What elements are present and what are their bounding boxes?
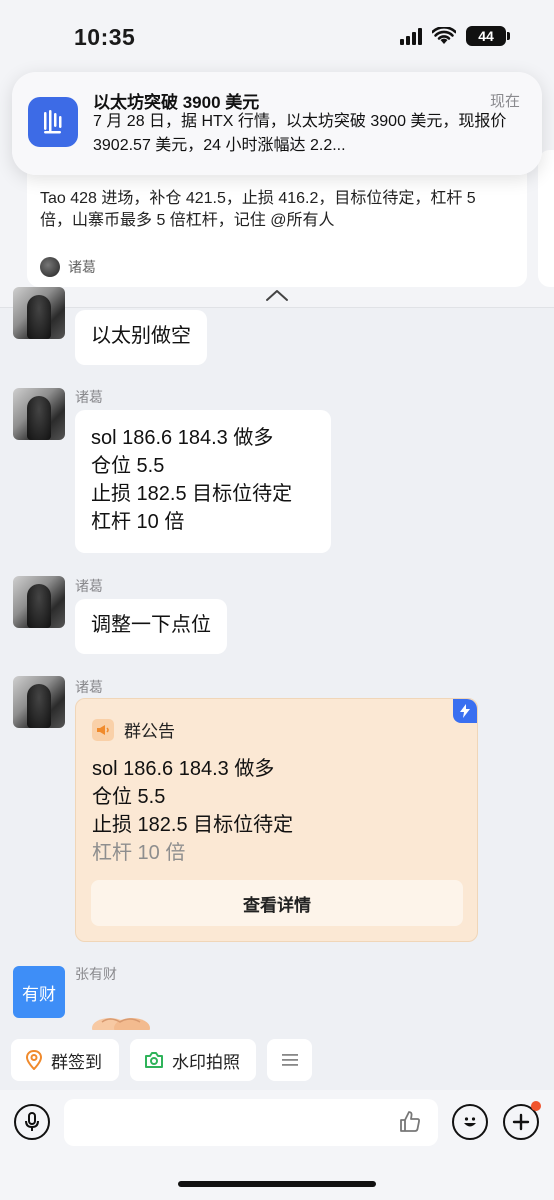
wifi-icon [432,27,456,44]
status-time: 10:35 [74,24,136,50]
sender-name: 诸葛 [75,578,103,594]
group-checkin-button[interactable]: 群签到 [11,1039,119,1081]
app-icon [28,97,78,147]
menu-icon [281,1054,298,1066]
announcement-line: sol 186.6 184.3 做多 [92,758,275,780]
pinned-message-card-next[interactable] [538,150,554,287]
battery-indicator: 44 [466,26,510,46]
message-input[interactable] [64,1099,438,1146]
message-line: 仓位 5.5 [91,455,165,477]
notification-body: 7 月 28 日，据 HTX 行情，以太坊突破 3900 美元，现报价 3902… [93,113,507,154]
more-actions-button[interactable] [267,1039,312,1081]
avatar[interactable] [13,676,65,728]
thumbs-up-icon[interactable] [398,1110,422,1134]
sender-name: 张有财 [75,966,117,982]
htx-logo-icon [44,110,62,134]
emoji-button[interactable] [452,1104,488,1140]
chip-label: 水印拍照 [172,1052,240,1072]
watermark-photo-button[interactable]: 水印拍照 [130,1039,256,1081]
message-bubble[interactable]: 调整一下点位 [75,599,227,654]
microphone-icon [25,1112,39,1131]
message-bubble[interactable]: 以太别做空 [75,310,207,365]
location-pin-icon [25,1050,43,1070]
message-text: 调整一下点位 [91,614,211,636]
sender-name: 诸葛 [75,679,103,695]
message-text: 以太别做空 [91,325,191,347]
message-line: sol 186.6 184.3 做多 [91,427,274,449]
status-icons: 44 [400,26,510,46]
smiley-icon [464,1117,476,1127]
camera-icon [145,1052,163,1068]
chip-label: 群签到 [51,1052,102,1072]
announcement-header: 群公告 [92,717,175,742]
announcement-line: 止损 182.5 目标位待定 [92,814,294,836]
home-indicator[interactable] [178,1181,376,1187]
chevron-up-icon[interactable] [265,288,289,302]
group-announcement-card[interactable]: 群公告 sol 186.6 184.3 做多 仓位 5.5 止损 182.5 目… [75,698,478,942]
lightning-icon [453,699,477,723]
notification-time: 现在 [489,93,520,110]
handshake-icon [90,1010,152,1030]
sender-name: 诸葛 [75,389,103,405]
announcement-label: 群公告 [124,722,175,741]
avatar[interactable] [13,287,65,339]
voice-input-button[interactable] [14,1104,50,1140]
announcement-line: 仓位 5.5 [92,786,166,808]
pinned-message-text: Tao 428 进场，补仓 421.5，止损 416.2，目标位待定，杠杆 5 … [40,190,476,229]
announcement-line-faded: 杠杆 10 倍 [92,842,186,864]
cellular-signal-icon [400,27,422,45]
view-details-button[interactable]: 查看详情 [91,880,463,926]
avatar[interactable] [13,388,65,440]
avatar[interactable] [13,576,65,628]
pinned-message-author: 诸葛 [40,257,96,277]
push-notification[interactable]: 以太坊突破 3900 美元 现在 7 月 28 日，据 HTX 行情，以太坊突破… [12,72,542,175]
avatar[interactable]: 有财 [13,966,65,1018]
announcement-text: sol 186.6 184.3 做多 仓位 5.5 止损 182.5 目标位待定… [92,755,462,867]
message-bubble[interactable]: sol 186.6 184.3 做多 仓位 5.5 止损 182.5 目标位待定… [75,410,331,553]
message-line: 杠杆 10 倍 [91,511,185,533]
notification-dot [531,1101,541,1111]
message-line: 止损 182.5 目标位待定 [91,483,293,505]
megaphone-icon [92,718,114,741]
avatar [40,257,60,277]
status-bar: 10:35 44 [0,0,554,70]
pinned-author-name: 诸葛 [68,259,96,275]
plus-icon [512,1113,530,1131]
